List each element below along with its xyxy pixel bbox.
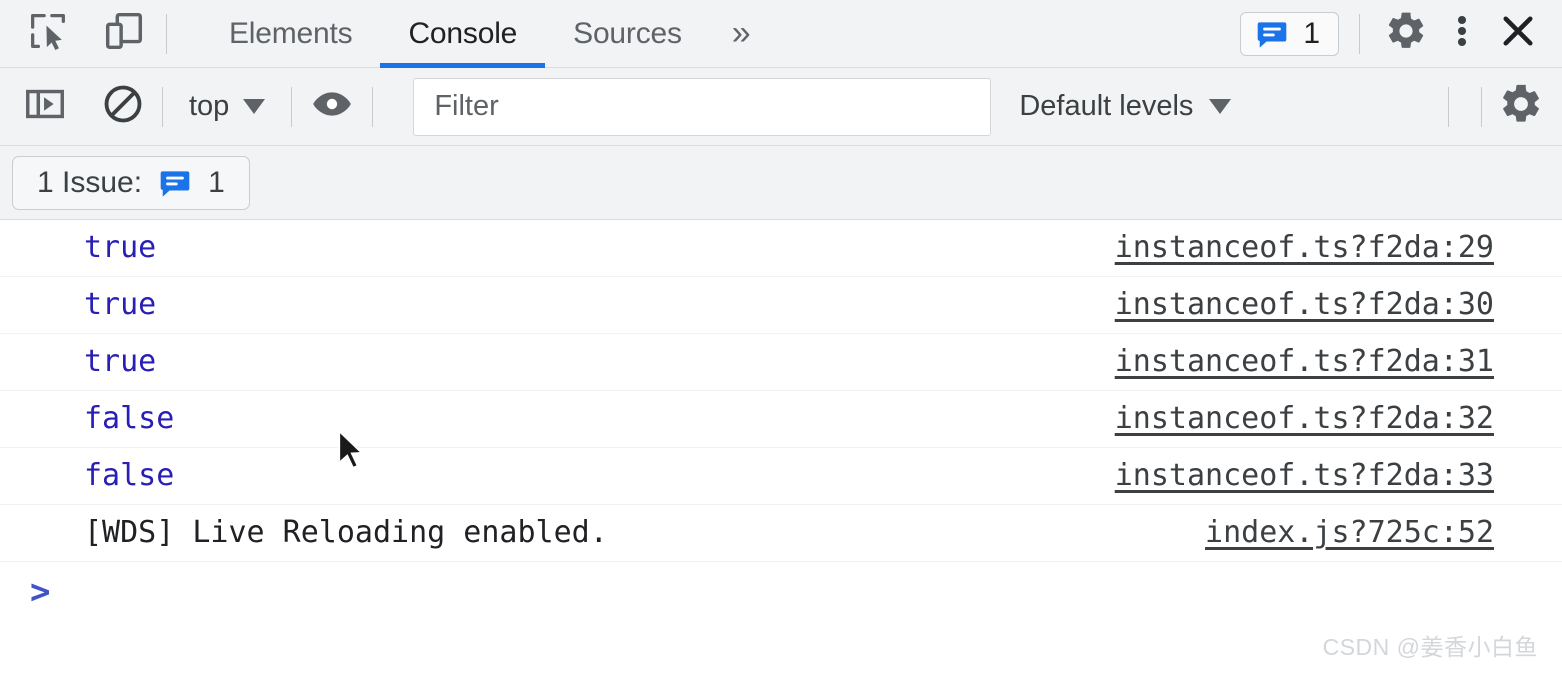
gear-icon xyxy=(1384,9,1428,58)
console-toolbar-divider-1 xyxy=(162,86,163,127)
issues-badge-count: 1 xyxy=(1303,16,1320,50)
chevron-double-right-icon: » xyxy=(731,14,751,52)
three-dot-menu-icon xyxy=(1444,9,1480,58)
tab-sources-label: Sources xyxy=(573,16,682,50)
issues-bubble-icon xyxy=(158,168,192,198)
console-filter-input[interactable]: Filter xyxy=(413,77,992,136)
console-message-row[interactable]: false instanceof.ts?f2da:32 xyxy=(0,391,1562,448)
console-message-row[interactable]: [WDS] Live Reloading enabled. index.js?7… xyxy=(0,505,1562,562)
issues-bar: 1 Issue: 1 xyxy=(0,146,1562,220)
issues-bubble-icon xyxy=(1255,19,1289,49)
console-message-text: true xyxy=(84,287,157,322)
devtools-tabbar: Elements Console Sources » 1 xyxy=(0,0,1562,68)
inspect-element-icon xyxy=(25,8,71,59)
execution-context-selector[interactable]: top xyxy=(179,90,275,123)
inspect-element-button[interactable] xyxy=(22,8,74,60)
live-expression-button[interactable] xyxy=(308,80,356,133)
console-settings-button[interactable] xyxy=(1498,81,1544,132)
console-message-source-link[interactable]: instanceof.ts?f2da:29 xyxy=(1115,233,1494,263)
devtools-settings-button[interactable] xyxy=(1380,8,1432,60)
console-sidebar-toggle-button[interactable] xyxy=(22,81,68,132)
console-toolbar-divider-5 xyxy=(1481,86,1482,127)
console-message-row[interactable]: true instanceof.ts?f2da:30 xyxy=(0,277,1562,334)
issues-summary-button[interactable]: 1 Issue: 1 xyxy=(12,155,250,210)
console-message-source-link[interactable]: instanceof.ts?f2da:31 xyxy=(1115,347,1494,377)
console-prompt-row[interactable]: > xyxy=(0,562,1562,622)
tabbar-right-divider xyxy=(1359,13,1360,54)
console-prompt-input[interactable] xyxy=(50,572,1562,612)
log-levels-selector[interactable]: Default levels xyxy=(1019,90,1232,123)
console-message-source-link[interactable]: instanceof.ts?f2da:30 xyxy=(1115,290,1494,320)
execution-context-label: top xyxy=(189,90,230,122)
issues-summary-count: 1 xyxy=(208,165,225,199)
eye-icon xyxy=(308,80,356,133)
tab-sources[interactable]: Sources xyxy=(545,0,710,68)
tabbar-left-icons xyxy=(0,8,150,60)
console-message-text: true xyxy=(84,344,157,379)
console-message-text: false xyxy=(84,401,175,436)
console-filter-placeholder: Filter xyxy=(434,90,499,122)
clear-console-button[interactable] xyxy=(100,81,146,132)
gear-icon xyxy=(1498,81,1544,132)
more-tabs-button[interactable]: » xyxy=(710,0,773,68)
chevron-down-icon xyxy=(1209,99,1232,114)
console-sidebar-toggle-icon xyxy=(22,81,68,132)
panel-tabs: Elements Console Sources » xyxy=(201,0,773,68)
console-message-text: true xyxy=(84,230,157,265)
console-toolbar-divider-3 xyxy=(372,86,374,127)
console-toolbar-divider-2 xyxy=(291,86,293,127)
watermark: CSDN @姜香小白鱼 xyxy=(1322,634,1538,660)
tab-elements-label: Elements xyxy=(229,16,353,50)
tab-console[interactable]: Console xyxy=(380,0,545,68)
console-message-source-link[interactable]: instanceof.ts?f2da:33 xyxy=(1115,461,1494,491)
console-toolbar: top Filter Default levels xyxy=(0,68,1562,146)
tabbar-right-controls: 1 xyxy=(1240,8,1562,60)
log-levels-label: Default levels xyxy=(1019,90,1194,122)
issues-summary-label: 1 Issue: xyxy=(37,165,143,199)
device-toolbar-icon xyxy=(101,8,147,59)
console-message-source-link[interactable]: index.js?725c:52 xyxy=(1205,518,1494,548)
device-toolbar-button[interactable] xyxy=(98,8,150,60)
console-message-row[interactable]: true instanceof.ts?f2da:31 xyxy=(0,334,1562,391)
close-devtools-button[interactable] xyxy=(1492,8,1544,60)
chevron-down-icon xyxy=(243,99,266,114)
console-message-list: true instanceof.ts?f2da:29 true instance… xyxy=(0,220,1562,562)
console-message-text: [WDS] Live Reloading enabled. xyxy=(84,515,608,550)
more-options-button[interactable] xyxy=(1436,8,1488,60)
console-toolbar-divider-4 xyxy=(1448,86,1449,127)
console-message-row[interactable]: true instanceof.ts?f2da:29 xyxy=(0,220,1562,277)
tab-console-label: Console xyxy=(408,16,518,50)
devtools-window: Elements Console Sources » 1 top Filter … xyxy=(0,0,1562,674)
clear-console-icon xyxy=(100,81,146,132)
console-message-text: false xyxy=(84,458,175,493)
prompt-chevron-icon: > xyxy=(30,572,51,612)
console-message-source-link[interactable]: instanceof.ts?f2da:32 xyxy=(1115,404,1494,434)
close-icon xyxy=(1497,10,1539,57)
tabbar-divider xyxy=(166,13,167,54)
issues-badge-button[interactable]: 1 xyxy=(1240,11,1339,56)
console-toolbar-right xyxy=(1432,81,1544,132)
console-message-row[interactable]: false instanceof.ts?f2da:33 xyxy=(0,448,1562,505)
tab-elements[interactable]: Elements xyxy=(201,0,380,68)
